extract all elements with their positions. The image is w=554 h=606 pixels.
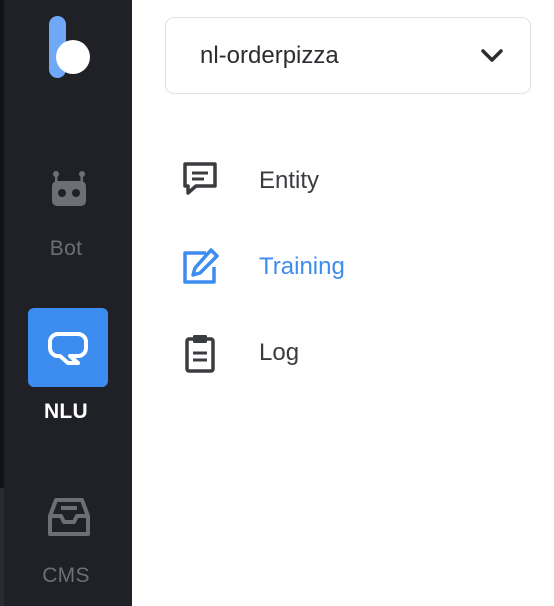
inbox-tray-icon <box>48 498 90 536</box>
sidebar-item-bot[interactable]: Bot <box>0 165 132 265</box>
chevron-down-icon <box>481 49 503 62</box>
chat-bubble-icon <box>48 332 88 365</box>
edit-pencil-icon <box>183 248 219 284</box>
menu-item-label: Training <box>259 253 345 280</box>
clipboard-icon <box>185 335 215 373</box>
sidebar-item-cms[interactable]: CMS <box>0 492 132 602</box>
sidebar-item-label: NLU <box>43 400 89 423</box>
robot-icon <box>52 171 86 206</box>
project-select[interactable]: nl-orderpizza <box>165 17 531 94</box>
project-select-value: nl-orderpizza <box>200 42 339 69</box>
sidebar-item-nlu[interactable]: NLU <box>0 308 132 428</box>
sidebar-item-label: Bot <box>49 237 83 260</box>
menu-item-entity[interactable]: Entity <box>180 155 520 203</box>
sidebar: Bot NLU CMS <box>0 0 132 606</box>
k-logo-icon[interactable] <box>46 14 92 82</box>
sidebar-item-label: CMS <box>42 564 90 587</box>
menu-item-label: Log <box>259 339 300 366</box>
menu-item-training[interactable]: Training <box>180 241 520 289</box>
message-square-icon <box>183 162 217 195</box>
menu-item-log[interactable]: Log <box>180 327 520 375</box>
menu-item-label: Entity <box>259 167 320 194</box>
